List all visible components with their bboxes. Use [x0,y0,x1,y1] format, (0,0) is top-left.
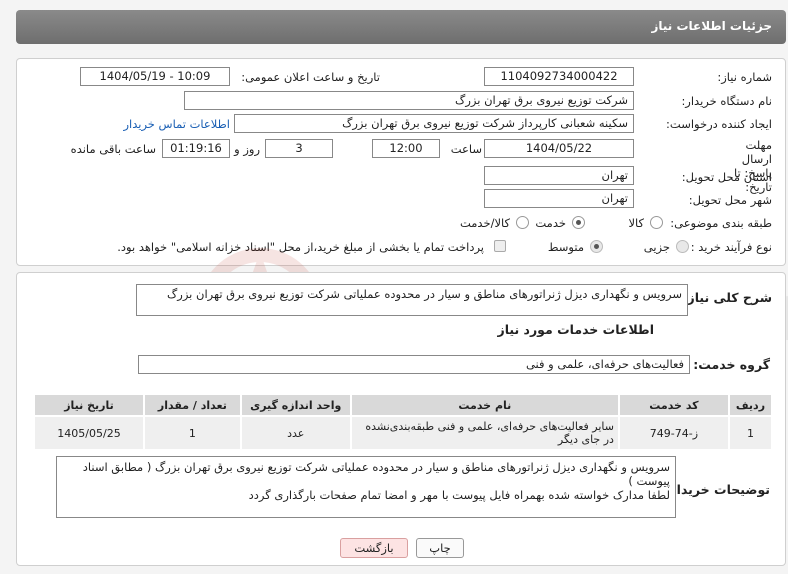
print-button[interactable]: چاپ [416,538,464,558]
category-radio-goods-service[interactable] [516,216,529,229]
city-label: شهر محل تحویل: [688,193,772,207]
announce-datetime-field: 1404/05/19 - 10:09 [80,67,230,86]
col-quantity: تعداد / مقدار [143,393,242,417]
province-field: تهران [484,166,634,185]
buyer-notes-field: سرویس و نگهداری دیزل ژنراتورهای مناطق و … [56,456,676,518]
cell-unit: عدد [239,415,352,451]
treasury-payment-checkbox[interactable] [494,240,506,252]
remaining-label: ساعت باقی مانده [70,142,156,156]
category-label: طبقه بندی موضوعی: [670,216,772,230]
category-option-goods: کالا [628,216,644,230]
buyer-org-field: شرکت توزیع نیروی برق تهران بزرگ [184,91,634,110]
col-unit: واحد اندازه گیری [239,393,352,417]
need-number-label: شماره نیاز: [717,70,772,84]
category-option-goods-service: کالا/خدمت [459,216,510,230]
cell-need-date: 1405/05/25 [33,415,145,451]
need-description-label: شرح کلی نیاز: [682,290,772,305]
days-label: روز و [234,142,260,156]
category-radio-goods[interactable] [650,216,663,229]
category-radio-service[interactable] [572,216,585,229]
deadline-time-label: ساعت [450,142,482,156]
buyer-notes-line-2: لطفا مدارک خواسته شده بهمراه فایل پیوست … [248,488,670,502]
buyer-notes-label: توضیحات خریدار: [664,482,770,497]
announce-datetime-label: تاریخ و ساعت اعلان عمومی: [241,70,380,84]
service-group-label: گروه خدمت: [693,357,770,372]
requester-label: ایجاد کننده درخواست: [666,117,772,131]
contact-buyer-link[interactable]: اطلاعات تماس خریدار [123,117,230,131]
cell-service-code: ز-74-749 [617,415,730,451]
need-description-field: سرویس و نگهداری دیزل ژنراتورهای مناطق و … [136,284,688,316]
treasury-payment-note: پرداخت تمام یا بخشی از مبلغ خرید،از محل … [117,240,484,254]
deadline-time-field: 12:00 [372,139,440,158]
process-radio-medium[interactable] [590,240,603,253]
page-header: جزئیات اطلاعات نیاز [16,10,786,44]
page-title: جزئیات اطلاعات نیاز [651,19,772,33]
info-panel [16,58,786,266]
cell-row-number: 1 [727,415,774,451]
process-option-minor: جزیی [643,240,670,254]
remaining-time-field: 01:19:16 [162,139,230,158]
buyer-org-label: نام دستگاه خریدار: [681,94,772,108]
service-group-field: فعالیت‌های حرفه‌ای، علمی و فنی [138,355,690,374]
table-header-row: ردیف کد خدمت نام خدمت واحد اندازه گیری ت… [33,393,774,417]
requester-field: سکینه شعبانی کارپرداز شرکت توزیع نیروی ب… [234,114,634,133]
col-service-code: کد خدمت [617,393,730,417]
services-info-heading: اطلاعات خدمات مورد نیاز [497,322,655,337]
table-row: 1 ز-74-749 سایر فعالیت‌های حرفه‌ای، علمی… [33,415,774,451]
col-need-date: تاریخ نیاز [33,393,145,417]
process-option-medium: متوسط [547,240,584,254]
deadline-label: مهلت ارسال پاسخ: تا تاریخ: [734,138,772,194]
services-table: ردیف کد خدمت نام خدمت واحد اندازه گیری ت… [33,393,774,451]
col-row-number: ردیف [727,393,774,417]
deadline-date-field: 1404/05/22 [484,139,634,158]
cell-service-name: سایر فعالیت‌های حرفه‌ای، علمی و فنی طبقه… [349,415,620,451]
city-field: تهران [484,189,634,208]
category-option-service: خدمت [535,216,566,230]
province-label: استان محل تحویل: [681,170,772,184]
process-type-label: نوع فرآیند خرید : [690,240,772,254]
buyer-notes-line-1: سرویس و نگهداری دیزل ژنراتورهای مناطق و … [82,460,670,488]
need-number-field: 1104092734000422 [484,67,634,86]
cell-quantity: 1 [143,415,242,451]
col-service-name: نام خدمت [349,393,620,417]
days-field: 3 [265,139,333,158]
back-button[interactable]: بازگشت [340,538,408,558]
process-radio-minor[interactable] [676,240,689,253]
